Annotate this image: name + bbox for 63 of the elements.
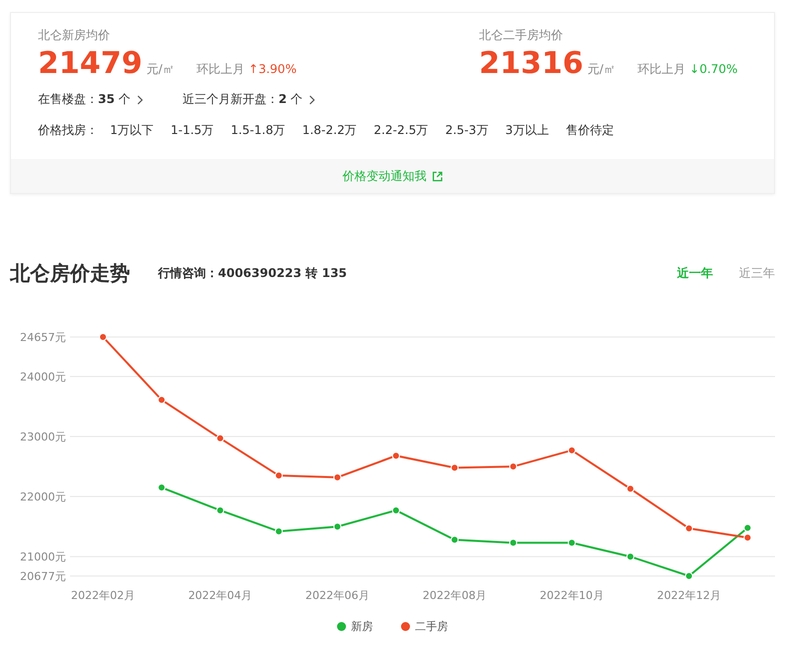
price-filter-link[interactable]: 2.2-2.5万 [374,122,428,139]
price-title: 北仑新房均价 [38,27,111,44]
y-axis-label: 22000元 [20,490,66,504]
y-axis-label: 24657元 [20,331,66,344]
price-filter-link[interactable]: 3万以上 [505,122,549,139]
data-point [568,538,576,547]
data-point [685,524,693,532]
price-filter-link[interactable]: 1-1.5万 [170,122,214,139]
data-point [626,552,634,561]
external-link-icon [432,170,442,182]
x-axis-label: 2022年10月 [540,589,604,602]
data-point [392,506,400,514]
chevron-right-icon [308,94,315,104]
price-filter-link[interactable]: 1万以下 [110,122,154,139]
data-point [274,472,283,480]
data-point [333,473,342,482]
average-price: 21316 [479,46,584,81]
price-unit: 元/㎡ [587,61,616,78]
price-change: ↑3.90% [248,62,297,76]
data-point [158,484,166,492]
stat-link[interactable]: 在售楼盘：35 个 [38,91,143,108]
data-point [274,527,283,536]
y-axis-label: 23000元 [20,430,66,444]
data-point [216,434,224,442]
x-axis-label: 2022年12月 [657,589,721,602]
y-axis-label: 21000元 [20,550,66,564]
data-point [333,522,342,531]
filter-label: 价格找房： [38,122,98,139]
data-point [744,534,752,542]
data-point [509,462,518,471]
x-axis-label: 2022年06月 [305,589,370,602]
data-point [158,396,166,404]
stat-link[interactable]: 近三个月新开盘：2 个 [182,91,315,108]
chevron-right-icon [136,94,143,104]
price-filter-link[interactable]: 1.5-1.8万 [230,122,286,139]
data-point [450,464,459,472]
data-point [744,524,752,532]
x-axis-label: 2022年08月 [422,589,487,602]
average-price: 21479 [38,46,142,81]
price-change: ↓0.70% [689,62,738,76]
price-unit: 元/㎡ [146,61,174,78]
data-point [509,538,518,547]
price-title: 北仑二手房均价 [479,27,564,44]
change-label: 环比上月 [196,61,244,78]
price-filter-link[interactable]: 售价待定 [566,122,614,139]
x-axis-label: 2022年02月 [71,589,135,602]
hotline-text: 行情咨询：4006390223 转 135 [158,265,348,282]
legend-label: 新房 [351,619,373,634]
price-filter-link[interactable]: 2.5-3万 [445,122,488,139]
data-point [568,446,576,454]
x-axis-label: 2022年04月 [188,589,252,602]
y-axis-label: 24000元 [20,370,66,384]
y-axis-label: 20677元 [20,570,66,583]
section-title: 北仑房价走势 [10,260,130,287]
change-label: 环比上月 [637,61,686,78]
price-filter-link[interactable]: 1.8-2.2万 [302,122,357,139]
data-point [216,506,224,514]
data-point [99,333,107,341]
data-point [626,484,634,493]
data-point [450,536,459,544]
data-point [392,452,400,460]
legend-label: 二手房 [415,619,448,634]
data-point [685,572,693,580]
